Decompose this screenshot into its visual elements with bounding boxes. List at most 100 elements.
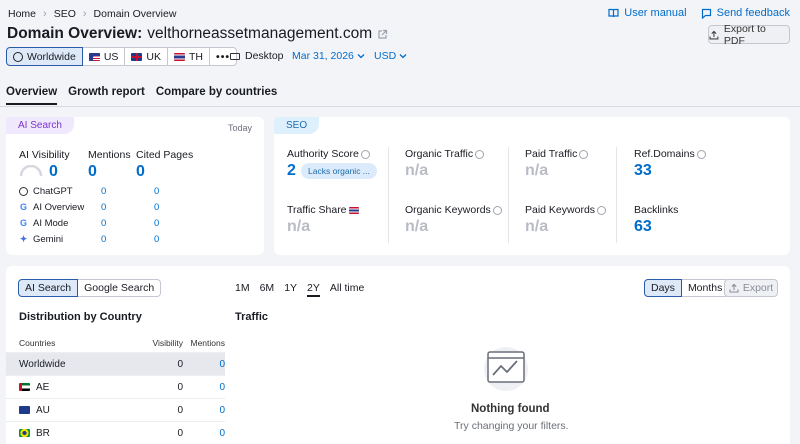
au-flag-icon [19,406,30,414]
divider [616,147,617,243]
external-link-icon[interactable] [377,29,388,40]
column-visibility: Visibility [152,337,183,348]
days-button[interactable]: Days [644,279,682,297]
send-feedback-link[interactable]: Send feedback [701,7,790,19]
mentions-label: Mentions [88,149,131,161]
main-tabs: Overview Growth report Compare by countr… [6,86,277,105]
ai-engine-list: ChatGPT 0 0 G AI Overview 0 0 G AI Mode … [19,183,259,247]
organic-keywords-value: n/a [405,218,429,235]
period-1y[interactable]: 1Y [284,282,297,297]
search-type-toggle: AI Search Google Search [18,279,162,297]
ai-visibility-value[interactable]: 0 [49,163,58,181]
chevron-right-icon: › [43,8,47,20]
uk-flag-icon [131,52,143,61]
upload-icon [729,283,739,293]
paid-traffic-label: Paid Traffic [525,148,589,160]
ref-domains-label: Ref.Domains [634,148,706,160]
chat-icon [701,8,711,19]
empty-chart-icon [484,347,528,391]
user-manual-link[interactable]: User manual [608,7,687,19]
info-icon[interactable] [597,205,607,215]
divider [388,147,389,243]
authority-score-value[interactable]: 2 [287,162,296,180]
distribution-table: Countries Visibility Mentions Worldwide … [6,333,225,444]
period-1m[interactable]: 1M [235,282,250,297]
column-mentions: Mentions [190,337,226,348]
period-label: Today [227,123,252,133]
ai-search-toggle-button[interactable]: AI Search [18,279,79,297]
empty-state-subtitle: Try changing your filters. [454,420,569,432]
table-row[interactable]: BR 0 0 [6,422,225,444]
chevron-down-icon [399,54,407,59]
breadcrumb: Home › SEO › Domain Overview [8,8,176,20]
db-worldwide-button[interactable]: Worldwide [6,47,83,66]
table-row[interactable]: AU 0 0 [6,399,225,422]
breadcrumb-current: Domain Overview [93,8,177,20]
currency-dropdown[interactable]: USD [374,50,407,62]
authority-score-label: Authority Score [287,148,370,160]
period-6m[interactable]: 6M [260,282,275,297]
period-all-time[interactable]: All time [330,282,364,297]
tab-overview[interactable]: Overview [6,86,58,105]
export-button[interactable]: Export [724,279,778,297]
info-icon[interactable] [492,205,502,215]
paid-traffic-value: n/a [525,162,549,179]
upload-icon [709,30,719,39]
traffic-share-label: Traffic Share [287,204,360,216]
ai-visibility-label: AI Visibility [19,149,70,161]
db-uk-button[interactable]: UK [124,47,169,66]
device-selector[interactable]: Desktop [230,50,284,62]
visibility-gauge-icon [19,165,43,177]
cited-pages-label: Cited Pages [136,149,194,161]
tab-compare-by-countries[interactable]: Compare by countries [156,86,277,105]
seo-badge: SEO [274,117,320,134]
database-selector: Worldwide US UK TH ••• [6,47,238,66]
seo-card: SEO Authority Score 2 Lacks organic ... … [274,117,790,255]
table-row[interactable]: Worldwide 0 0 [6,353,225,376]
paid-keywords-label: Paid Keywords [525,204,607,216]
th-flag-icon [349,206,360,214]
backlinks-label: Backlinks [634,204,679,216]
distribution-title: Distribution by Country [19,311,142,323]
table-row[interactable]: AE 0 0 [6,376,225,399]
chevron-right-icon: › [82,8,87,20]
google-search-toggle-button[interactable]: Google Search [77,279,162,297]
google-icon: G [19,217,27,228]
db-th-button[interactable]: TH [167,47,211,66]
google-icon: G [19,201,27,212]
gemini-icon: ✦ [19,233,28,244]
info-icon[interactable] [696,149,706,159]
ai-search-badge: AI Search [6,117,74,134]
ae-flag-icon [19,383,30,391]
info-icon[interactable] [579,149,589,159]
tab-divider [0,106,800,107]
traffic-title: Traffic [235,311,269,323]
top-links: User manual Send feedback [608,7,790,19]
months-button[interactable]: Months [680,279,730,297]
chatgpt-icon [19,186,28,196]
breadcrumb-seo[interactable]: SEO [54,8,76,20]
info-icon[interactable] [360,149,370,159]
breadcrumb-home[interactable]: Home [8,8,36,20]
backlinks-value[interactable]: 63 [634,218,652,236]
traffic-share-value: n/a [287,218,311,235]
period-selector: 1M 6M 1Y 2Y All time [235,282,364,297]
granularity-toggle: Days Months [644,279,730,297]
empty-state-title: Nothing found [471,403,550,415]
list-item: G AI Overview 0 0 [19,201,160,213]
list-item: ✦ Gemini 0 0 [19,233,160,245]
period-2y[interactable]: 2Y [307,282,320,297]
mentions-value[interactable]: 0 [88,163,97,181]
authority-status-pill[interactable]: Lacks organic ... [301,163,377,179]
monitor-icon [230,52,240,60]
tab-growth-report[interactable]: Growth report [68,86,145,105]
list-item: ChatGPT 0 0 [19,183,259,199]
ref-domains-value[interactable]: 33 [634,162,652,180]
paid-keywords-value: n/a [525,218,549,235]
date-dropdown[interactable]: Mar 31, 2026 [292,50,365,62]
db-us-button[interactable]: US [81,47,126,66]
cited-pages-value[interactable]: 0 [136,163,145,181]
export-pdf-button[interactable]: Export to PDF [708,23,790,47]
info-icon[interactable] [475,149,485,159]
th-flag-icon [174,52,186,61]
